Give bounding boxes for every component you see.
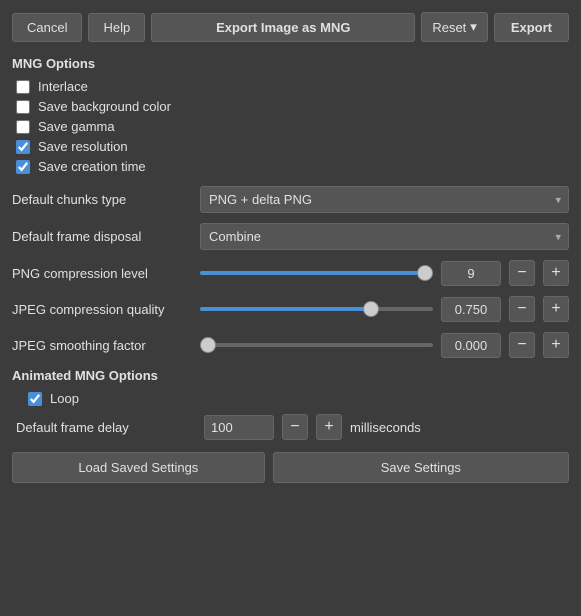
interlace-label: Interlace — [38, 79, 88, 94]
save-creation-time-checkbox[interactable] — [16, 160, 30, 174]
png-compression-increase-button[interactable]: + — [543, 260, 569, 286]
mng-options-section: MNG Options Interlace Save background co… — [12, 56, 569, 358]
save-resolution-checkbox-row[interactable]: Save resolution — [16, 139, 569, 154]
default-chunks-label: Default chunks type — [12, 192, 192, 207]
frame-delay-row: Default frame delay − + milliseconds — [12, 414, 569, 440]
load-saved-settings-button[interactable]: Load Saved Settings — [12, 452, 265, 483]
export-title-button[interactable]: Export Image as MNG — [151, 13, 415, 42]
save-creation-time-label: Save creation time — [38, 159, 146, 174]
jpeg-smoothing-decrease-button[interactable]: − — [509, 332, 535, 358]
interlace-checkbox-row[interactable]: Interlace — [16, 79, 569, 94]
toolbar: Cancel Help Export Image as MNG Reset ▾ … — [12, 12, 569, 42]
save-gamma-label: Save gamma — [38, 119, 115, 134]
jpeg-quality-slider[interactable] — [200, 307, 433, 311]
png-compression-row: PNG compression level 9 − + — [12, 260, 569, 286]
jpeg-quality-row: JPEG compression quality 0.750 − + — [12, 296, 569, 322]
cancel-button[interactable]: Cancel — [12, 13, 82, 42]
save-resolution-checkbox[interactable] — [16, 140, 30, 154]
default-frame-disposal-label: Default frame disposal — [12, 229, 192, 244]
interlace-checkbox[interactable] — [16, 80, 30, 94]
default-frame-disposal-row: Default frame disposal Combine Replace B… — [12, 223, 569, 250]
jpeg-quality-increase-button[interactable]: + — [543, 296, 569, 322]
save-bg-color-label: Save background color — [38, 99, 171, 114]
jpeg-quality-value: 0.750 — [441, 297, 501, 322]
loop-checkbox[interactable] — [28, 392, 42, 406]
save-resolution-label: Save resolution — [38, 139, 128, 154]
animated-section: Animated MNG Options Loop Default frame … — [12, 368, 569, 440]
bottom-buttons: Load Saved Settings Save Settings — [12, 452, 569, 483]
jpeg-smoothing-label: JPEG smoothing factor — [12, 338, 192, 353]
reset-button[interactable]: Reset ▾ — [421, 12, 488, 42]
default-chunks-select[interactable]: PNG + delta PNG PNG delta PNG — [200, 186, 569, 213]
save-gamma-checkbox-row[interactable]: Save gamma — [16, 119, 569, 134]
save-gamma-checkbox[interactable] — [16, 120, 30, 134]
checkbox-group: Interlace Save background color Save gam… — [12, 79, 569, 174]
frame-delay-input[interactable] — [204, 415, 274, 440]
png-compression-decrease-button[interactable]: − — [509, 260, 535, 286]
export-button[interactable]: Export — [494, 13, 569, 42]
save-bg-color-checkbox-row[interactable]: Save background color — [16, 99, 569, 114]
jpeg-quality-label: JPEG compression quality — [12, 302, 192, 317]
loop-row: Loop — [12, 391, 569, 406]
default-chunks-dropdown-wrapper: PNG + delta PNG PNG delta PNG ▾ — [200, 186, 569, 213]
jpeg-smoothing-value: 0.000 — [441, 333, 501, 358]
save-creation-time-checkbox-row[interactable]: Save creation time — [16, 159, 569, 174]
png-compression-value: 9 — [441, 261, 501, 286]
save-bg-color-checkbox[interactable] — [16, 100, 30, 114]
mng-options-title: MNG Options — [12, 56, 569, 71]
help-button[interactable]: Help — [88, 13, 145, 42]
animated-section-title: Animated MNG Options — [12, 368, 569, 383]
loop-checkbox-row[interactable]: Loop — [28, 391, 79, 406]
frame-delay-increase-button[interactable]: + — [316, 414, 342, 440]
default-frame-disposal-dropdown-wrapper: Combine Replace Background ▾ — [200, 223, 569, 250]
jpeg-smoothing-row: JPEG smoothing factor 0.000 − + — [12, 332, 569, 358]
jpeg-smoothing-increase-button[interactable]: + — [543, 332, 569, 358]
loop-label: Loop — [50, 391, 79, 406]
default-frame-disposal-select[interactable]: Combine Replace Background — [200, 223, 569, 250]
main-window: Cancel Help Export Image as MNG Reset ▾ … — [0, 0, 581, 495]
frame-delay-label: Default frame delay — [16, 420, 196, 435]
ms-label: milliseconds — [350, 420, 421, 435]
png-compression-slider[interactable] — [200, 271, 433, 275]
png-compression-label: PNG compression level — [12, 266, 192, 281]
frame-delay-decrease-button[interactable]: − — [282, 414, 308, 440]
jpeg-quality-decrease-button[interactable]: − — [509, 296, 535, 322]
default-chunks-row: Default chunks type PNG + delta PNG PNG … — [12, 186, 569, 213]
jpeg-smoothing-slider[interactable] — [200, 343, 433, 347]
save-settings-button[interactable]: Save Settings — [273, 452, 569, 483]
